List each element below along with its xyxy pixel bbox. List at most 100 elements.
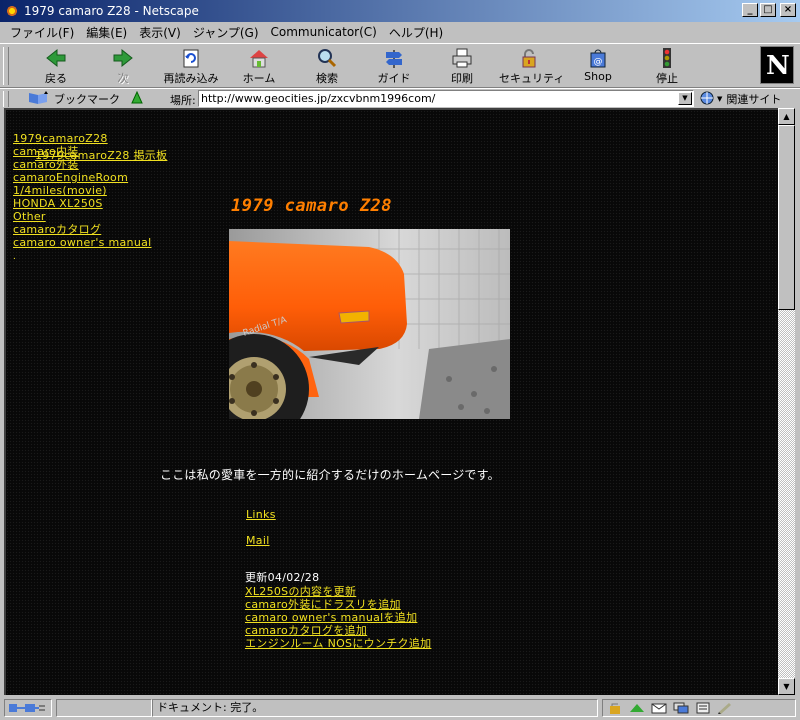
bookmark-icon [28, 90, 50, 108]
menu-file[interactable]: ファイル(F) [6, 24, 82, 41]
shop-bag-icon: @ [586, 47, 610, 69]
close-button[interactable]: × [780, 3, 796, 17]
security-button[interactable]: セキュリティ [499, 47, 565, 85]
nav-link-engine-room[interactable]: camaroEngineRoom [13, 171, 128, 184]
back-arrow-icon [44, 47, 68, 69]
url-text: http://www.geocities.jp/zxcvbnm1996com/ [201, 92, 436, 105]
nav-link-camaro-z28[interactable]: 1979camaroZ28 [13, 132, 108, 145]
home-button[interactable]: ホーム [229, 47, 289, 85]
menu-bar: ファイル(F) 編集(E) 表示(V) ジャンプ(G) Communicator… [0, 22, 800, 42]
connection-indicator[interactable] [4, 699, 52, 717]
links-link[interactable]: Links [246, 508, 276, 521]
intro-text: ここは私の愛車を一方的に紹介するだけのホームページです。 [160, 468, 500, 482]
update-date: 更新04/02/28 [245, 571, 320, 584]
nav-link-quarter-mile-movie[interactable]: 1/4miles(movie) [13, 184, 107, 197]
print-label: 印刷 [451, 72, 473, 85]
related-sites-icon [700, 91, 716, 108]
forward-arrow-icon [111, 47, 135, 69]
menu-edit[interactable]: 編集(E) [82, 24, 135, 41]
bookmarks-label: ブックマーク [54, 93, 120, 106]
search-button[interactable]: 検索 [297, 47, 357, 85]
stop-traffic-light-icon [655, 47, 679, 69]
window-controls: _ □ × [742, 3, 796, 17]
nav-link-honda-xl250s[interactable]: HONDA XL250S [13, 197, 103, 210]
related-sites-label: 関連サイト [726, 93, 782, 106]
shop-label: Shop [584, 70, 612, 83]
guide-button[interactable]: ガイド [364, 47, 424, 85]
related-sites-button[interactable]: ▼ 関連サイト [700, 90, 781, 108]
svg-text:@: @ [594, 57, 603, 67]
mail-link[interactable]: Mail [246, 534, 270, 547]
scroll-thumb[interactable] [778, 125, 795, 310]
location-label: 場所: [170, 94, 196, 107]
reload-button[interactable]: 再読み込み [161, 47, 221, 85]
search-label: 検索 [316, 72, 338, 85]
stop-button[interactable]: 停止 [637, 47, 697, 85]
related-sites-dropdown-icon: ▼ [717, 95, 723, 103]
forward-button[interactable]: 次 [93, 47, 153, 85]
scroll-down-button[interactable]: ▼ [778, 678, 795, 695]
composer-icon[interactable] [717, 702, 733, 714]
security-status-icon[interactable] [607, 702, 623, 714]
url-input[interactable]: http://www.geocities.jp/zxcvbnm1996com/ … [198, 90, 694, 107]
home-label: ホーム [242, 72, 276, 85]
nav-link-bbs[interactable]: 1979camaroZ28 掲示板 [35, 147, 167, 163]
netscape-n-icon: N [766, 51, 790, 81]
guide-label: ガイド [377, 72, 411, 85]
url-dropdown-button[interactable]: ▼ [678, 92, 692, 105]
page-content[interactable]: 1979camaroZ28 camaro内装 camaro外装 camaroEn… [4, 108, 778, 695]
menu-help[interactable]: ヘルプ(H) [385, 24, 451, 41]
status-text: ドキュメント: 完了。 [152, 699, 598, 717]
window-title: 1979 camaro Z28 - Netscape [24, 4, 199, 18]
car-photo: Radial T/A [229, 229, 510, 419]
location-toolbar-grip[interactable] [3, 91, 9, 107]
menu-view[interactable]: 表示(V) [135, 24, 189, 41]
component-bar [602, 699, 796, 717]
home-icon [247, 47, 271, 69]
vertical-scrollbar[interactable]: ▲ ▼ [778, 108, 795, 695]
update-link-xl250s[interactable]: XL250Sの内容を更新 [245, 585, 356, 598]
reload-label: 再読み込み [163, 72, 219, 85]
connection-plug-icon [9, 704, 45, 712]
maximize-button[interactable]: □ [760, 3, 776, 17]
update-link-exterior[interactable]: camaro外装にドラスリを追加 [245, 598, 401, 611]
update-log: 更新04/02/28 XL250Sの内容を更新 camaro外装にドラスリを追加… [245, 571, 431, 650]
address-book-icon[interactable] [695, 702, 711, 714]
nav-dot: . [13, 252, 16, 262]
nav-link-catalog[interactable]: camaroカタログ [13, 223, 101, 236]
location-toolbar: ブックマーク 場所: http://www.geocities.jp/zxcvb… [0, 88, 800, 108]
discussion-icon[interactable] [673, 702, 689, 714]
netscape-logo[interactable]: N [760, 46, 794, 84]
nav-link-owners-manual[interactable]: camaro owner's manual [13, 236, 152, 249]
security-label: セキュリティ [499, 72, 565, 85]
navigation-toolbar: 戻る 次 再読み込み ホーム 検索 ガイド 印刷 セキュリティ @ Shop 停… [0, 43, 800, 88]
nav-link-other[interactable]: Other [13, 210, 46, 223]
page-title: 1979 camaro Z28 [231, 196, 393, 216]
padlock-icon [517, 47, 541, 69]
progress-bar [56, 699, 152, 717]
status-bar: ドキュメント: 完了。 [0, 697, 800, 720]
menu-go[interactable]: ジャンプ(G) [189, 24, 267, 41]
shop-button[interactable]: @ Shop [568, 47, 628, 85]
page-proxy-icon[interactable] [130, 90, 144, 108]
update-link-catalog[interactable]: camaroカタログを追加 [245, 624, 367, 637]
bookmarks-button[interactable]: ブックマーク [28, 90, 144, 108]
menu-communicator[interactable]: Communicator(C) [267, 25, 385, 39]
print-button[interactable]: 印刷 [432, 47, 492, 85]
back-button[interactable]: 戻る [26, 47, 86, 85]
stop-label: 停止 [656, 72, 678, 85]
update-link-engine-nos[interactable]: エンジンルーム NOSにウンチク追加 [245, 637, 431, 650]
mail-icon[interactable] [651, 702, 667, 714]
title-bar[interactable]: 1979 camaro Z28 - Netscape _ □ × [0, 0, 800, 22]
back-label: 戻る [45, 72, 67, 85]
guide-signpost-icon [382, 47, 406, 69]
scroll-up-button[interactable]: ▲ [778, 108, 795, 125]
netscape-app-icon[interactable] [4, 3, 20, 19]
minimize-button[interactable]: _ [742, 3, 758, 17]
update-link-owners-manual[interactable]: camaro owner's manualを追加 [245, 611, 417, 624]
reload-icon [179, 47, 203, 69]
search-icon [315, 47, 339, 69]
toolbar-grip[interactable] [3, 47, 9, 85]
navigator-icon[interactable] [629, 702, 645, 714]
forward-label: 次 [117, 72, 129, 85]
